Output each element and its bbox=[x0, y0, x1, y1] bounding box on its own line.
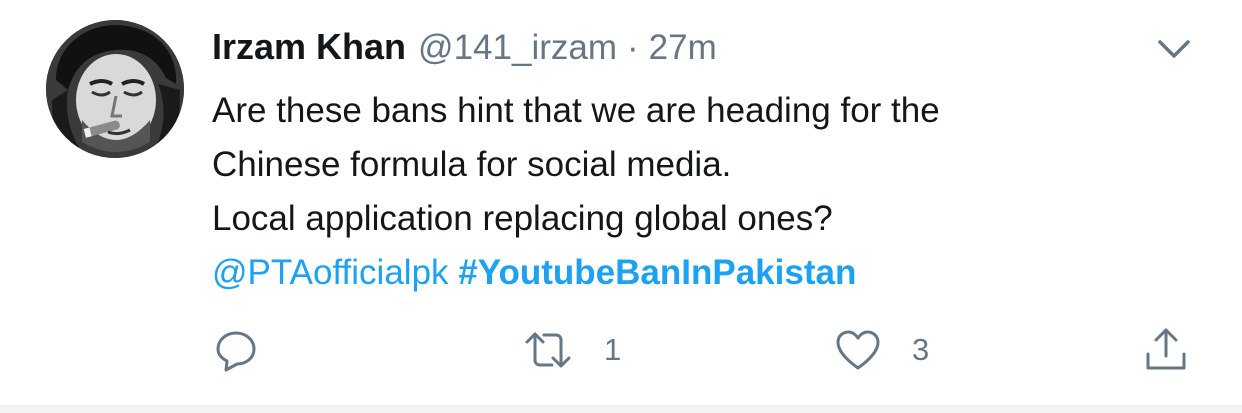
author-name[interactable]: Irzam Khan bbox=[212, 26, 406, 68]
heart-icon bbox=[834, 326, 882, 374]
timestamp[interactable]: 27m bbox=[649, 28, 717, 68]
reply-icon bbox=[212, 326, 260, 374]
tweet-card[interactable]: Irzam Khan @141_irzam · 27m Are these ba… bbox=[0, 0, 1242, 405]
avatar-image bbox=[46, 20, 184, 158]
avatar[interactable] bbox=[46, 20, 184, 158]
retweet-count: 1 bbox=[604, 332, 622, 367]
tweet-text-line: Local application replacing global ones? bbox=[212, 199, 833, 238]
share-button[interactable] bbox=[1142, 322, 1190, 378]
tweet-text-line: Are these bans hint that we are heading … bbox=[212, 91, 940, 130]
like-button[interactable]: 3 bbox=[834, 322, 929, 378]
like-count: 3 bbox=[912, 332, 930, 367]
chevron-down-icon[interactable] bbox=[1152, 32, 1196, 66]
hashtag-link[interactable]: #YoutubeBanInPakistan bbox=[458, 253, 856, 292]
tweet-header: Irzam Khan @141_irzam · 27m bbox=[212, 26, 717, 72]
reply-button[interactable] bbox=[212, 322, 260, 378]
action-bar: 1 3 bbox=[0, 322, 1242, 382]
share-icon bbox=[1142, 326, 1190, 374]
tweet-tags-line: @PTAofficialpk #YoutubeBanInPakistan bbox=[212, 246, 1212, 300]
divider bbox=[0, 405, 1242, 413]
retweet-button[interactable]: 1 bbox=[522, 322, 621, 378]
author-handle[interactable]: @141_irzam bbox=[418, 28, 617, 68]
tweet-text-line: Chinese formula for social media. bbox=[212, 145, 732, 184]
mention-link[interactable]: @PTAofficialpk bbox=[212, 253, 449, 292]
tweet-text: Are these bans hint that we are heading … bbox=[212, 84, 1212, 300]
retweet-icon bbox=[522, 326, 574, 374]
separator-dot: · bbox=[627, 28, 639, 67]
